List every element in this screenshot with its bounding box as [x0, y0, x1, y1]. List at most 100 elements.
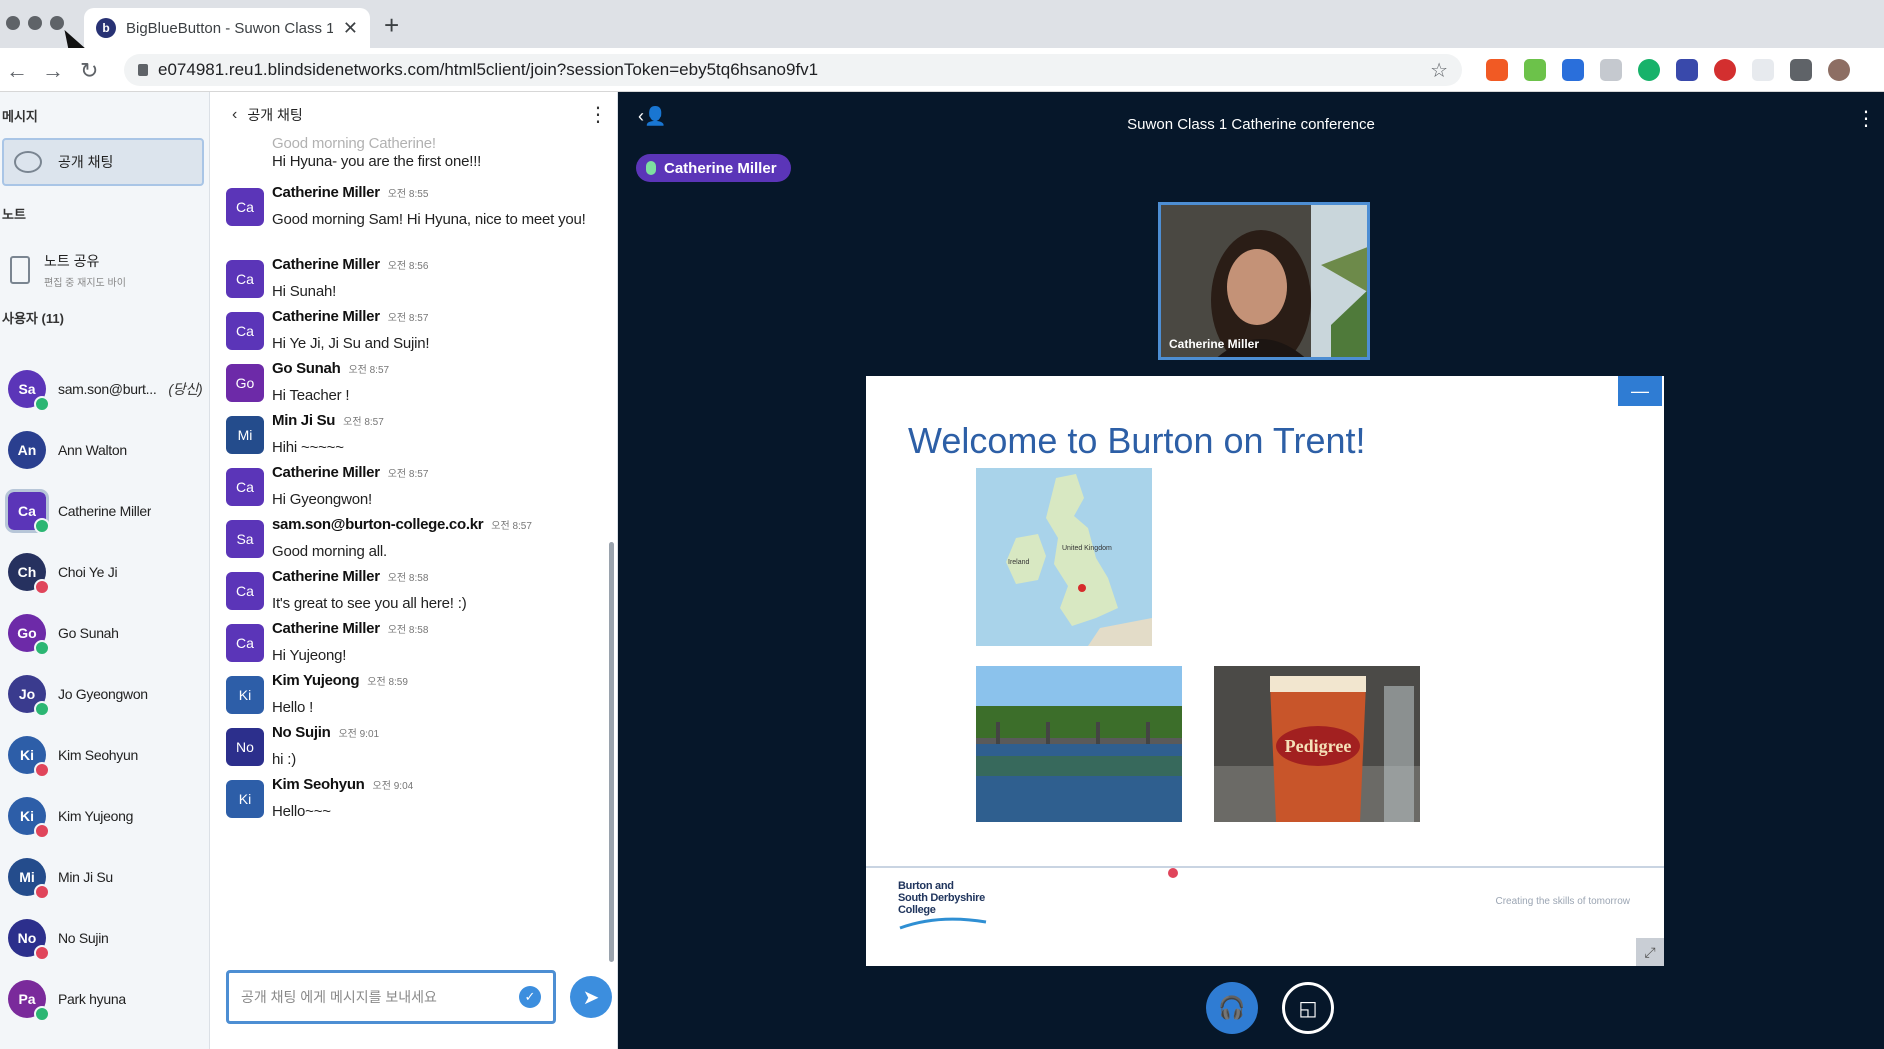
extension-icon[interactable]	[1486, 59, 1508, 81]
chat-message: Ca Catherine Miller 오전 8:56 Hi Sunah!	[226, 256, 598, 304]
user-list-item[interactable]: An Ann Walton	[8, 425, 208, 475]
user-name: Go Sunah	[58, 625, 119, 641]
message-text: Good morning Sam! Hi Hyuna, nice to meet…	[272, 211, 586, 228]
message-time: 오전 8:56	[387, 261, 429, 272]
chat-input-field[interactable]	[241, 989, 519, 1005]
presentation-slide: Welcome to Burton on Trent! — United Kin…	[866, 376, 1664, 966]
user-list-item[interactable]: Ki Kim Yujeong	[8, 791, 208, 841]
chat-message-input[interactable]: ✓	[226, 970, 556, 1024]
shared-notes-link[interactable]: 노트 공유 편집 중 재지도 바이	[6, 242, 206, 298]
bookmark-star-icon[interactable]: ☆	[1430, 58, 1448, 83]
message-time: 오전 9:01	[338, 729, 380, 740]
chat-message: Ca Catherine Miller 오전 8:58 It's great to s…	[226, 568, 598, 616]
extension-icon[interactable]	[1524, 59, 1546, 81]
profile-avatar[interactable]	[1828, 59, 1850, 81]
talking-indicator[interactable]: Catherine Miller	[636, 154, 791, 182]
avatar: Go	[8, 614, 50, 656]
message-avatar: No	[226, 728, 264, 766]
avatar: An	[8, 431, 46, 469]
webcam-video[interactable]: Catherine Miller	[1158, 202, 1370, 360]
url-text[interactable]: e074981.reu1.blindsidenetworks.com/html5…	[158, 60, 1420, 80]
send-message-button[interactable]: ➤	[570, 976, 612, 1018]
college-logo: Burton and South Derbyshire College	[898, 880, 998, 950]
message-time: 오전 8:57	[343, 417, 384, 428]
message-time: 오전 8:57	[491, 521, 532, 532]
logo-line: Burton and	[898, 880, 954, 892]
notes-subtitle: 편집 중 재지도 바이	[44, 278, 126, 289]
user-name: Kim Yujeong	[58, 808, 134, 824]
extension-icon[interactable]	[1714, 59, 1736, 81]
user-list-item[interactable]: Mi Min Ji Su	[8, 852, 208, 902]
address-bar[interactable]: e074981.reu1.blindsidenetworks.com/html5…	[124, 54, 1462, 86]
extension-icon[interactable]	[1638, 59, 1660, 81]
user-list-item[interactable]: Pa Park hyuna	[8, 974, 208, 1024]
extension-icon[interactable]	[1752, 59, 1774, 81]
muted-microphone-icon	[34, 884, 50, 900]
chat-message: No No Sujin 오전 9:01 hi :)	[226, 724, 598, 772]
message-time: 오전 8:57	[387, 469, 429, 480]
user-list-panel: 메시지 공개 채팅 노트 노트 공유 편집 중 재지도 바이 사용자 (11) …	[0, 92, 210, 1049]
message-sender: Catherine Miller	[272, 620, 380, 637]
message-avatar: Ca	[226, 188, 264, 226]
check-icon: ✓	[519, 986, 541, 1008]
chat-message: Ca Catherine Miller 오전 8:55 Good morning Sa…	[226, 184, 598, 232]
user-name: sam.son@burt...	[58, 381, 157, 397]
avatar: Ki	[8, 797, 50, 839]
browser-tab-bar: b BigBlueButton - Suwon Class 1 ✕ +	[0, 0, 1884, 61]
user-list-item[interactable]: Sa sam.son@burt... (당신)	[8, 364, 208, 414]
window-minimize-button[interactable]	[28, 16, 42, 30]
user-list-item[interactable]: Ca Catherine Miller	[5, 486, 208, 536]
message-text: Hihi ~~~~~	[272, 439, 344, 456]
chat-options-icon[interactable]: ⋮	[588, 105, 608, 125]
forward-arrow-icon[interactable]: →	[42, 58, 64, 84]
message-sender: sam.son@burton-college.co.kr	[272, 516, 484, 533]
chat-message: Ki Kim Yujeong 오전 8:59 Hello !	[226, 672, 598, 720]
message-text: It's great to see you all here! :)	[272, 595, 467, 612]
puzzle-icon[interactable]	[1790, 59, 1812, 81]
slide-divider	[866, 866, 1664, 868]
microphone-icon	[34, 396, 50, 412]
options-menu-icon[interactable]: ⋮	[1856, 109, 1876, 129]
new-tab-button[interactable]: +	[384, 10, 399, 41]
users-heading: 사용자 (11)	[2, 311, 64, 326]
message-sender: Catherine Miller	[272, 568, 380, 585]
camera-off-button[interactable]: ◱	[1282, 982, 1334, 1034]
microphone-icon	[34, 701, 50, 717]
chat-title: 공개 채팅	[247, 107, 303, 123]
user-list-item[interactable]: Go Go Sunah	[8, 608, 208, 658]
avatar: Ca	[5, 489, 50, 534]
minimize-presentation-button[interactable]: —	[1618, 376, 1662, 406]
public-chat-link[interactable]: 공개 채팅	[2, 138, 204, 186]
microphone-icon	[34, 518, 50, 534]
window-close-button[interactable]	[6, 16, 20, 30]
chevron-left-icon[interactable]: ‹	[232, 106, 237, 124]
avatar: Sa	[8, 370, 50, 412]
extension-icon[interactable]	[1562, 59, 1584, 81]
browser-toolbar: ← → ↻ e074981.reu1.blindsidenetworks.com…	[0, 48, 1884, 92]
extension-icon[interactable]	[1600, 59, 1622, 81]
webcam-user-name: Catherine Miller	[1169, 337, 1260, 351]
avatar: Pa	[8, 980, 50, 1022]
avatar: No	[8, 919, 50, 961]
user-list-item[interactable]: No No Sujin	[8, 913, 208, 963]
reload-icon[interactable]: ↻	[80, 58, 98, 84]
presentation-area: ‹👤 Suwon Class 1 Catherine conference ⋮ …	[618, 92, 1884, 1049]
message-text: Hello~~~	[272, 803, 331, 820]
user-list-item[interactable]: Ch Choi Ye Ji	[8, 547, 208, 597]
tab-close-icon[interactable]: ✕	[343, 18, 358, 39]
chat-scrollbar-thumb[interactable]	[609, 542, 614, 962]
meeting-title: Suwon Class 1 Catherine conference	[1127, 116, 1375, 133]
user-list-item[interactable]: Jo Jo Gyeongwon	[8, 669, 208, 719]
notes-heading: 노트	[2, 207, 26, 222]
user-list-item[interactable]: Ki Kim Seohyun	[8, 730, 208, 780]
message-time: 오전 9:04	[372, 781, 414, 792]
user-name: Min Ji Su	[58, 869, 113, 885]
extension-icon[interactable]	[1676, 59, 1698, 81]
message-text: hi :)	[272, 751, 297, 768]
browser-tab[interactable]: b BigBlueButton - Suwon Class 1 ✕	[84, 8, 370, 48]
map-pin-icon	[1078, 584, 1086, 592]
back-arrow-icon[interactable]: ←	[6, 58, 28, 84]
fullscreen-icon[interactable]: ⤢	[1636, 938, 1664, 966]
headphones-button[interactable]: 🎧	[1206, 982, 1258, 1034]
window-maximize-button[interactable]	[50, 16, 64, 30]
